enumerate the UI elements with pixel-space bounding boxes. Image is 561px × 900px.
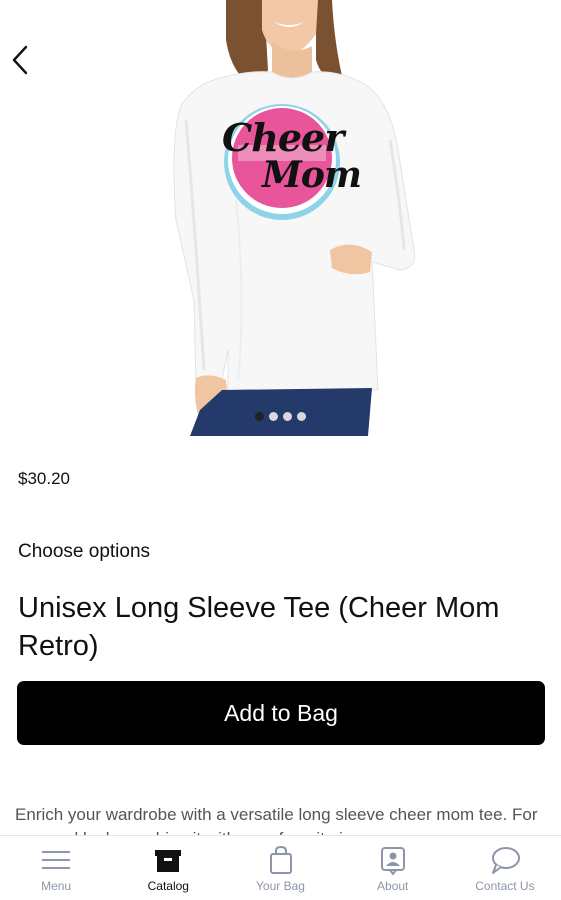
carousel-dot[interactable] xyxy=(269,412,278,421)
tab-label: Your Bag xyxy=(256,879,305,893)
carousel-dot[interactable] xyxy=(297,412,306,421)
carousel-indicator xyxy=(0,412,561,421)
product-title: Unisex Long Sleeve Tee (Cheer Mom Retro) xyxy=(18,592,500,662)
about-person-icon xyxy=(380,847,405,875)
tab-label: Catalog xyxy=(147,879,189,893)
back-button[interactable] xyxy=(6,42,34,78)
product-price: $30.20 xyxy=(18,469,70,488)
carousel-dot[interactable] xyxy=(283,412,292,421)
bottom-tab-bar: Menu Catalog Your Bag About Contact Us xyxy=(0,835,561,900)
product-description: Enrich your wardrobe with a versatile lo… xyxy=(15,805,538,837)
add-to-bag-button[interactable]: Add to Bag xyxy=(17,681,545,745)
tab-catalog[interactable]: Catalog xyxy=(112,836,224,900)
catalog-box-icon xyxy=(155,850,182,872)
tab-contact-us[interactable]: Contact Us xyxy=(449,836,561,900)
tab-your-bag[interactable]: Your Bag xyxy=(224,836,336,900)
graphic-text-mom: Mom xyxy=(262,154,362,196)
tab-menu[interactable]: Menu xyxy=(0,836,112,900)
tab-label: Contact Us xyxy=(475,879,535,893)
tab-label: About xyxy=(377,879,409,893)
chat-bubble-icon xyxy=(491,847,520,874)
choose-options-label: Choose options xyxy=(18,541,151,562)
carousel-dot[interactable] xyxy=(255,412,264,421)
product-photo xyxy=(173,0,416,436)
tab-label: Menu xyxy=(41,879,72,893)
chevron-left-icon xyxy=(12,45,28,75)
product-image-carousel[interactable]: Cheer Mom xyxy=(0,0,561,436)
tab-about[interactable]: About xyxy=(337,836,449,900)
menu-icon xyxy=(42,851,71,869)
bag-icon xyxy=(269,845,292,874)
